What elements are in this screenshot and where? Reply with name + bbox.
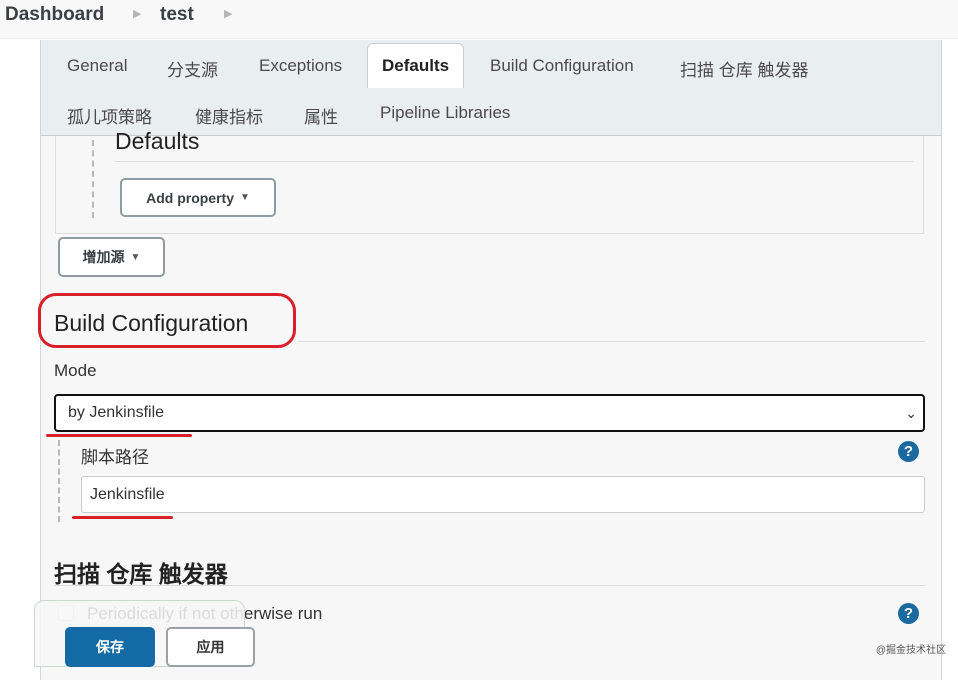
add-property-button[interactable]: Add property ▼ xyxy=(120,178,276,217)
caret-down-icon: ▼ xyxy=(239,192,250,203)
tab-defaults[interactable]: Defaults xyxy=(367,43,465,88)
breadcrumb-dashboard[interactable]: Dashboard xyxy=(5,4,104,26)
breadcrumb-test[interactable]: test xyxy=(160,4,194,26)
help-icon[interactable]: ? xyxy=(898,441,919,462)
tab-properties[interactable]: 属性 xyxy=(304,103,338,128)
tab-exceptions[interactable]: Exceptions xyxy=(259,56,342,76)
nesting-guide xyxy=(92,140,94,218)
mode-select-value: by Jenkinsfile xyxy=(68,404,165,421)
build-configuration-title: Build Configuration xyxy=(54,310,249,336)
breadcrumb: Dashboard ▶ test ▶ xyxy=(0,0,958,39)
chevron-down-icon: ⌄ xyxy=(905,405,917,421)
chevron-right-icon[interactable]: ▶ xyxy=(224,7,232,20)
tab-scan-triggers[interactable]: 扫描 仓库 触发器 xyxy=(680,56,808,81)
help-icon[interactable]: ? xyxy=(898,603,919,624)
divider xyxy=(115,161,913,162)
tab-branch-sources[interactable]: 分支源 xyxy=(167,56,218,81)
tab-general[interactable]: General xyxy=(67,56,127,76)
divider xyxy=(298,341,925,342)
caret-down-icon: ▼ xyxy=(130,251,141,263)
nesting-guide xyxy=(58,440,60,522)
add-property-label: Add property xyxy=(146,189,234,206)
scan-triggers-title: 扫描 仓库 触发器 xyxy=(54,561,228,587)
annotation-underline xyxy=(72,516,173,519)
annotation-underline xyxy=(46,434,192,437)
apply-button[interactable]: 应用 xyxy=(166,627,255,667)
tab-build-configuration[interactable]: Build Configuration xyxy=(490,56,634,76)
watermark: @掘金技术社区 xyxy=(875,645,946,656)
add-source-button[interactable]: 增加源 ▼ xyxy=(58,237,165,277)
tab-pipeline-libraries[interactable]: Pipeline Libraries xyxy=(380,103,510,123)
chevron-right-icon[interactable]: ▶ xyxy=(133,7,141,20)
save-button[interactable]: 保存 xyxy=(65,627,155,667)
add-source-label: 增加源 xyxy=(82,249,125,265)
script-path-input[interactable]: Jenkinsfile xyxy=(81,476,925,513)
tab-orphan-strategy[interactable]: 孤儿项策略 xyxy=(67,103,152,128)
tab-health-metrics[interactable]: 健康指标 xyxy=(195,103,263,128)
divider xyxy=(54,585,925,586)
script-path-label: 脚本路径 xyxy=(81,448,149,467)
mode-select[interactable]: by Jenkinsfile ⌄ xyxy=(54,394,925,432)
mode-label: Mode xyxy=(54,361,97,380)
defaults-title: Defaults xyxy=(115,128,200,154)
